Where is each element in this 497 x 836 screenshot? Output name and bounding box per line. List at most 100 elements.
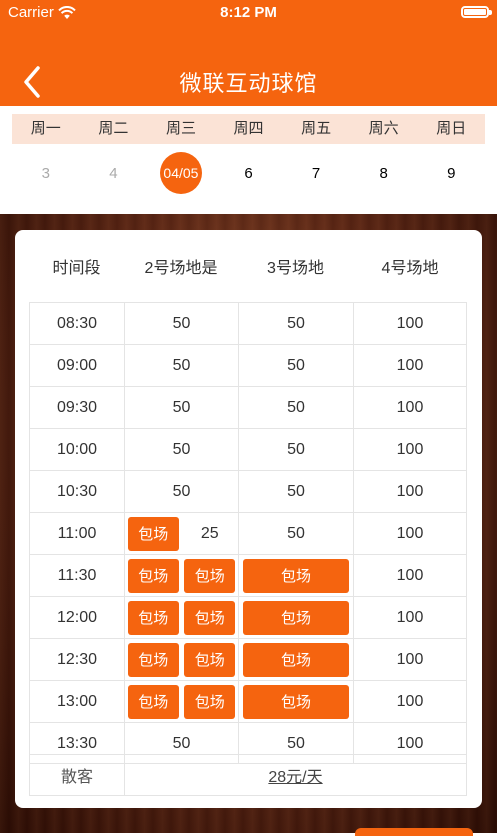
date-item[interactable]: 4: [80, 150, 148, 196]
booked-badge[interactable]: 包场: [184, 684, 236, 719]
nav-header: Carrier 8:12 PM 微联互动球馆: [0, 0, 497, 106]
weekday-label: 周四: [233, 120, 264, 137]
walk-in-price-link[interactable]: 28元/天: [125, 755, 466, 795]
court-2-half-slot: 包场: [125, 555, 182, 596]
date-item[interactable]: 7: [282, 150, 350, 196]
date-item[interactable]: 9: [417, 150, 485, 196]
slot-price[interactable]: 25: [201, 525, 219, 543]
court-4-slot[interactable]: 100: [353, 303, 467, 344]
court-3-slot[interactable]: 50: [238, 429, 353, 470]
court-3-slot[interactable]: 50: [238, 303, 353, 344]
battery-icon: [461, 6, 492, 18]
court-2-slot[interactable]: 50: [124, 345, 238, 386]
time-slot-label: 12:30: [29, 639, 124, 680]
court-2-half-slot: 包场: [182, 597, 239, 638]
date-item-selected[interactable]: 04/05: [147, 150, 215, 196]
status-bar: Carrier 8:12 PM: [0, 0, 497, 26]
weekday-label: 周三: [165, 120, 196, 137]
court-3-slot[interactable]: 50: [238, 513, 353, 554]
weekday-label: 周六: [368, 120, 399, 137]
time-slot-label: 10:00: [29, 429, 124, 470]
booking-card: 时间段 2号场地是 3号场地 4号场地 08:30 50 50 100 09:00 50 5…: [15, 230, 482, 808]
court-2-slot[interactable]: 50: [124, 471, 238, 512]
court-4-slot[interactable]: 100: [353, 345, 467, 386]
court-2-half-slot: 包场: [182, 639, 239, 680]
court-2-slot[interactable]: 50: [124, 429, 238, 470]
booked-badge[interactable]: 包场: [243, 642, 349, 677]
time-slot-label: 13:00: [29, 681, 124, 722]
booked-badge[interactable]: 包场: [243, 558, 349, 593]
court-4-slot[interactable]: 100: [353, 555, 467, 596]
booked-badge[interactable]: 包场: [127, 684, 179, 719]
court-4-slot[interactable]: 100: [353, 513, 467, 554]
table-row: 08:30 50 50 100: [29, 302, 467, 344]
time-slot-label: 11:30: [29, 555, 124, 596]
time-slot-label: 09:00: [29, 345, 124, 386]
court-4-slot[interactable]: 100: [353, 429, 467, 470]
weekday-label: 周二: [98, 120, 129, 137]
time-slot-label: 08:30: [29, 303, 124, 344]
court-3-slot: 包场: [238, 555, 353, 596]
date-item[interactable]: 8: [350, 150, 418, 196]
date-item[interactable]: 6: [215, 150, 283, 196]
table-row: 13:00 包场 包场 包场 100: [29, 680, 467, 722]
court-2-slot: 包场 包场: [124, 639, 238, 680]
court-2-slot: 包场 包场: [124, 555, 238, 596]
weekday-label: 周五: [301, 120, 332, 137]
table-row: 09:00 50 50 100: [29, 344, 467, 386]
court-4-slot[interactable]: 100: [353, 597, 467, 638]
booked-badge[interactable]: 包场: [127, 642, 179, 677]
booked-badge[interactable]: 包场: [184, 558, 236, 593]
walk-in-row: 散客 28元/天: [29, 754, 467, 796]
column-headers: 时间段 2号场地是 3号场地 4号场地: [29, 246, 467, 286]
booking-grid: 08:30 50 50 100 09:00 50 50 100 09:30 50 50 100 10:0…: [29, 302, 467, 764]
time-slot-label: 12:00: [29, 597, 124, 638]
date-item[interactable]: 3: [12, 150, 80, 196]
court-4-slot[interactable]: 100: [353, 387, 467, 428]
booked-badge[interactable]: 包场: [127, 600, 179, 635]
court-3-slot: 包场: [238, 639, 353, 680]
court-2-slot: 包场 包场: [124, 681, 238, 722]
table-row: 10:00 50 50 100: [29, 428, 467, 470]
page-title: 微联互动球馆: [179, 71, 318, 96]
court-2-slot: 包场 25: [124, 513, 238, 554]
booked-badge[interactable]: 包场: [127, 558, 179, 593]
court-2-half-slot: 包场: [125, 681, 182, 722]
court-2-half-slot: 包场: [182, 681, 239, 722]
date-picker: 3 4 04/05 6 7 8 9: [12, 150, 485, 196]
table-row: 12:30 包场 包场 包场 100: [29, 638, 467, 680]
court-2-half-slot: 包场: [182, 555, 239, 596]
court-3-slot: 包场: [238, 597, 353, 638]
bottom-action-button[interactable]: [355, 828, 473, 836]
weekday-label: 周日: [436, 120, 467, 137]
booked-badge[interactable]: 包场: [184, 642, 236, 677]
column-header-court-3: 3号场地: [267, 260, 324, 277]
booked-badge[interactable]: 包场: [243, 600, 349, 635]
booked-badge[interactable]: 包场: [184, 600, 236, 635]
court-4-slot[interactable]: 100: [353, 471, 467, 512]
weekday-label: 周一: [30, 120, 61, 137]
court-3-slot[interactable]: 50: [238, 387, 353, 428]
court-3-slot: 包场: [238, 681, 353, 722]
booked-badge[interactable]: 包场: [127, 516, 179, 551]
court-4-slot[interactable]: 100: [353, 681, 467, 722]
column-header-court-2: 2号场地是: [144, 260, 218, 277]
court-4-slot[interactable]: 100: [353, 639, 467, 680]
table-row: 12:00 包场 包场 包场 100: [29, 596, 467, 638]
time-slot-label: 10:30: [29, 471, 124, 512]
weekday-bar: 周一 周二 周三 周四 周五 周六 周日: [12, 114, 485, 144]
column-header-court-4: 4号场地: [381, 260, 439, 277]
time-slot-label: 11:00: [29, 513, 124, 554]
court-2-half-slot: 包场: [125, 513, 182, 554]
court-2-half-slot: 包场: [125, 639, 182, 680]
court-3-slot[interactable]: 50: [238, 345, 353, 386]
status-time: 8:12 PM: [220, 4, 277, 21]
booked-badge[interactable]: 包场: [243, 684, 349, 719]
court-2-half-slot: 包场: [125, 597, 182, 638]
court-2-half-slot: 25: [182, 513, 239, 554]
court-3-slot[interactable]: 50: [238, 471, 353, 512]
court-2-slot: 包场 包场: [124, 597, 238, 638]
court-2-slot[interactable]: 50: [124, 303, 238, 344]
court-2-slot[interactable]: 50: [124, 387, 238, 428]
table-row: 09:30 50 50 100: [29, 386, 467, 428]
